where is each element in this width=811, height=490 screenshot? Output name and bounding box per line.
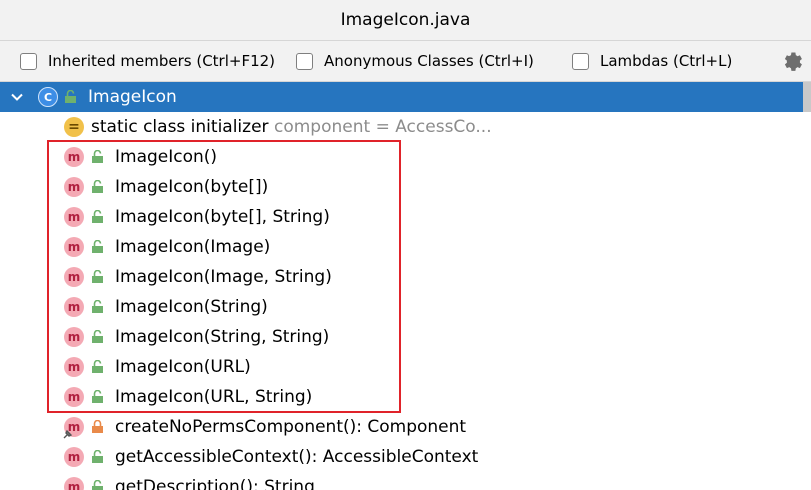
public-lock-icon	[92, 180, 103, 193]
tree-root-label: ImageIcon	[88, 87, 177, 107]
tree-item[interactable]: m ImageIcon(String, String)	[0, 322, 811, 352]
method-icon: m	[64, 477, 84, 490]
tree-item[interactable]: m ImageIcon()	[0, 142, 811, 172]
pin-icon	[63, 429, 73, 439]
method-icon: m	[64, 387, 84, 407]
tree-item-label: ImageIcon(URL)	[115, 357, 251, 377]
tree-item[interactable]: m ImageIcon(URL)	[0, 352, 811, 382]
scrollbar[interactable]	[803, 82, 811, 112]
anonymous-classes-option[interactable]: Anonymous Classes (Ctrl+I)	[296, 48, 534, 74]
public-lock-icon	[92, 210, 103, 223]
tree-item[interactable]: m ImageIcon(Image)	[0, 232, 811, 262]
tree-item-label: getAccessibleContext(): AccessibleContex…	[115, 447, 479, 467]
tree-item-label: ImageIcon(byte[])	[115, 177, 269, 197]
tree-item-label: ImageIcon(String)	[115, 297, 268, 317]
tree-item[interactable]: m getDescription(): String	[0, 472, 811, 490]
tree-item-label: ImageIcon(String, String)	[115, 327, 330, 347]
method-icon: m	[64, 207, 84, 227]
tree-item-label: ImageIcon(URL, String)	[115, 387, 313, 407]
public-lock-icon	[92, 300, 103, 313]
public-lock-icon	[92, 480, 103, 490]
inherited-members-label: Inherited members (Ctrl+F12)	[48, 52, 276, 70]
tree-root-row[interactable]: C ImageIcon	[0, 82, 811, 112]
tree-item[interactable]: m getAccessibleContext(): AccessibleCont…	[0, 442, 811, 472]
public-lock-icon	[92, 270, 103, 283]
tree-item-label: ImageIcon(Image, String)	[115, 267, 332, 287]
tree-item-static-initializer[interactable]: = static class initializer component = A…	[0, 112, 811, 142]
static-initializer-icon: =	[64, 117, 84, 137]
tree-item[interactable]: m createNoPermsComponent(): Component	[0, 412, 811, 442]
tree-item-label: ImageIcon(Image)	[115, 237, 271, 257]
structure-tree: C ImageIcon = static class initializer c…	[0, 82, 811, 490]
tree-item-label: ImageIcon(byte[], String)	[115, 207, 330, 227]
inherited-members-option[interactable]: Inherited members (Ctrl+F12)	[20, 48, 275, 74]
inherited-members-checkbox[interactable]	[20, 52, 37, 70]
class-icon: C	[38, 87, 58, 107]
tree-item[interactable]: m ImageIcon(Image, String)	[0, 262, 811, 292]
structure-toolbar: Inherited members (Ctrl+F12) Anonymous C…	[0, 40, 811, 82]
lambdas-label: Lambdas (Ctrl+L)	[600, 52, 733, 70]
tree-item[interactable]: m ImageIcon(byte[])	[0, 172, 811, 202]
lambdas-option[interactable]: Lambdas (Ctrl+L)	[572, 48, 732, 74]
method-icon: m	[64, 327, 84, 347]
method-icon: m	[64, 357, 84, 377]
method-icon: m	[64, 267, 84, 287]
window-title: ImageIcon.java	[340, 10, 471, 30]
private-lock-icon	[92, 420, 103, 433]
tree-item[interactable]: m ImageIcon(String)	[0, 292, 811, 322]
public-lock-icon	[92, 450, 103, 463]
lambdas-checkbox[interactable]	[572, 52, 589, 70]
chevron-down-icon[interactable]	[9, 89, 25, 105]
tree-item-label: ImageIcon()	[115, 147, 218, 167]
public-lock-icon	[92, 360, 103, 373]
anonymous-classes-label: Anonymous Classes (Ctrl+I)	[324, 52, 534, 70]
public-lock-icon	[92, 150, 103, 163]
tree-item-label: static class initializer	[91, 117, 269, 137]
tree-item[interactable]: m ImageIcon(URL, String)	[0, 382, 811, 412]
public-lock-icon	[65, 90, 76, 103]
method-icon: m	[64, 177, 84, 197]
method-icon: m	[64, 237, 84, 257]
method-icon: m	[64, 147, 84, 167]
window-title-bar: ImageIcon.java	[0, 0, 811, 40]
public-lock-icon	[92, 240, 103, 253]
anonymous-classes-checkbox[interactable]	[296, 52, 313, 70]
method-icon: m	[64, 297, 84, 317]
tree-item[interactable]: m ImageIcon(byte[], String)	[0, 202, 811, 232]
tree-item-hint: component = AccessCo...	[274, 117, 492, 137]
tree-item-label: getDescription(): String	[115, 477, 315, 490]
public-lock-icon	[92, 330, 103, 343]
gear-icon[interactable]	[779, 48, 803, 72]
tree-item-label: createNoPermsComponent(): Component	[115, 417, 467, 437]
method-icon: m	[64, 447, 84, 467]
public-lock-icon	[92, 390, 103, 403]
